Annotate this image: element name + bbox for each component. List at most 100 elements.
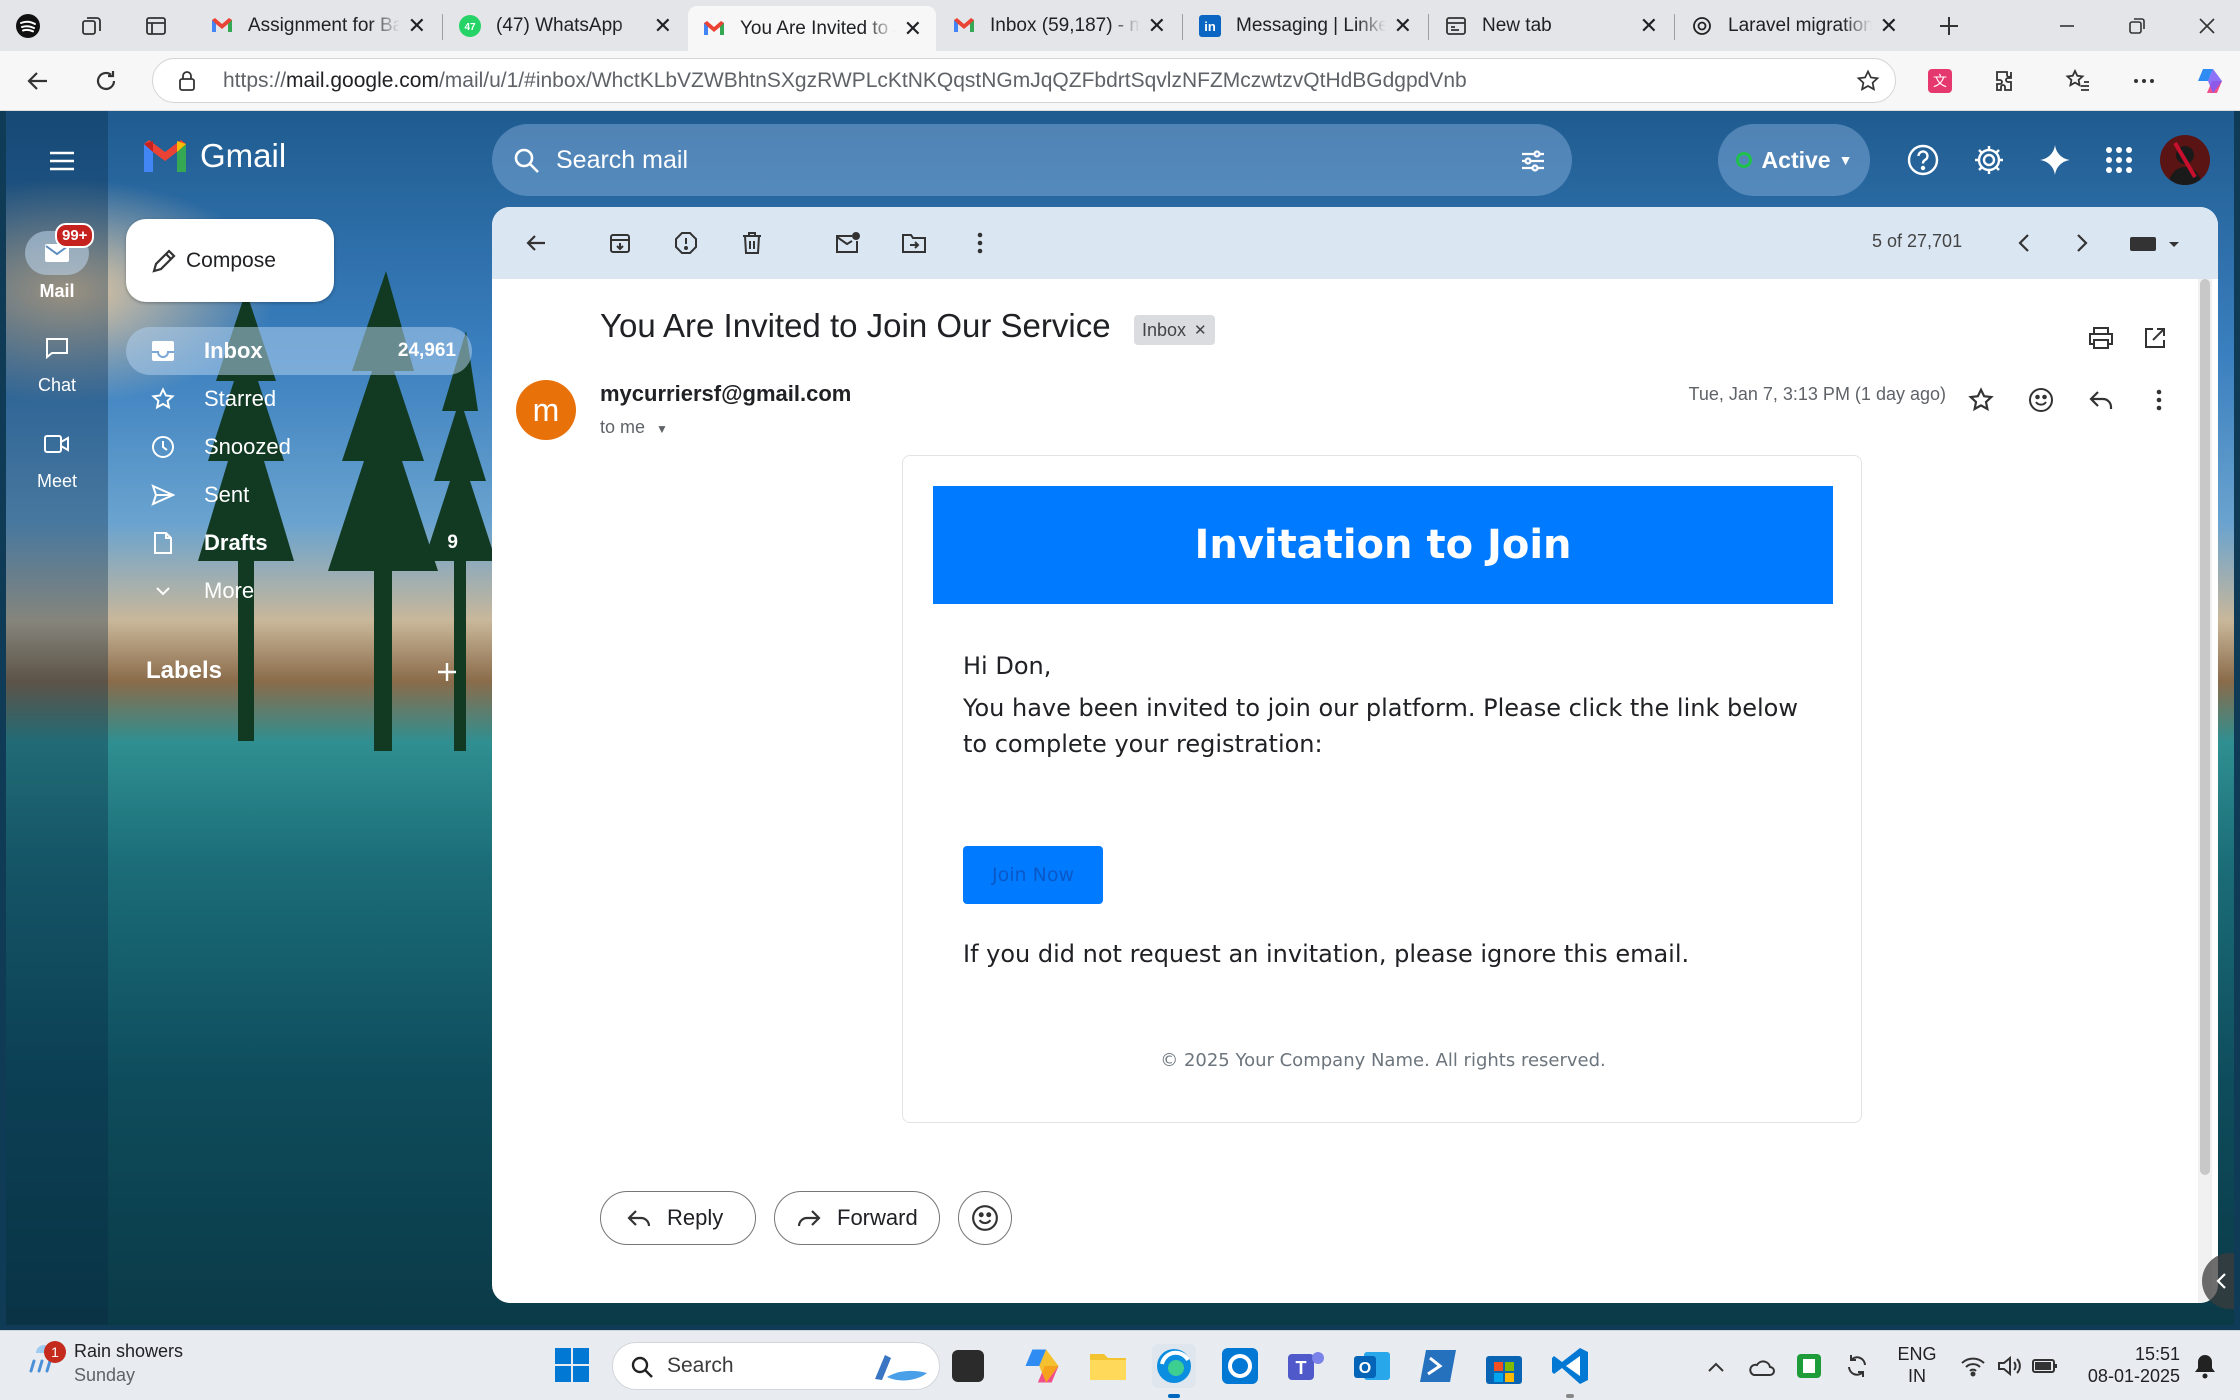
browser-tab[interactable]: 47 (47) WhatsApp ✕ [444, 4, 686, 47]
close-tab-icon[interactable]: ✕ [904, 16, 922, 42]
google-apps-icon[interactable] [2100, 141, 2138, 179]
nav-item-starred[interactable]: Starred [126, 375, 474, 423]
copilot-icon[interactable] [2192, 63, 2228, 99]
weather-title[interactable]: Rain showers [74, 1341, 183, 1362]
vscode-icon[interactable] [1548, 1344, 1592, 1398]
show-hidden-icons-chevron-icon[interactable] [1702, 1353, 1730, 1381]
scrollbar-thumb[interactable] [2200, 279, 2210, 1175]
extensions-icon[interactable] [1990, 65, 2022, 97]
wifi-icon[interactable] [1958, 1351, 1988, 1381]
report-spam-icon[interactable] [666, 223, 706, 263]
language-indicator[interactable]: ENG IN [1892, 1343, 1942, 1387]
windows-start-icon[interactable] [554, 1347, 592, 1385]
teams-icon[interactable]: T [1284, 1344, 1328, 1388]
nav-item-drafts[interactable]: Drafts 9 [126, 519, 474, 567]
favorite-star-icon[interactable] [1855, 68, 1881, 94]
close-tab-icon[interactable]: ✕ [654, 13, 672, 39]
remove-label-icon[interactable]: ✕ [1194, 321, 1207, 339]
sender-email[interactable]: mycurriersf@gmail.com [600, 381, 851, 407]
nav-item-more[interactable]: More [126, 567, 474, 615]
main-menu-icon[interactable] [42, 141, 82, 181]
volume-icon[interactable] [1994, 1351, 2024, 1381]
new-tab-icon[interactable] [1934, 11, 1964, 41]
edge-browser-icon[interactable] [1152, 1344, 1196, 1398]
browser-tab[interactable]: Assignment for Backend ✕ [196, 4, 440, 47]
recipient-details[interactable]: to me ▼ [600, 417, 668, 438]
nav-item-snoozed[interactable]: Snoozed [126, 423, 474, 471]
forward-button[interactable]: Forward [774, 1191, 940, 1245]
rail-meet[interactable]: Meet [6, 431, 108, 492]
rail-chat[interactable]: Chat [6, 335, 108, 396]
cortana-icon[interactable] [1218, 1344, 1262, 1388]
microsoft-store-icon[interactable] [1482, 1344, 1526, 1388]
help-icon[interactable] [1904, 141, 1942, 179]
nav-item-inbox[interactable]: Inbox 24,961 [126, 327, 472, 375]
open-new-window-icon[interactable] [2138, 321, 2172, 355]
browser-tab[interactable]: New tab ✕ [1430, 4, 1672, 47]
task-view-icon[interactable] [952, 1350, 984, 1382]
notification-bell-icon[interactable] [2190, 1351, 2220, 1381]
restore-icon[interactable] [2122, 11, 2152, 41]
reply-button[interactable]: Reply [600, 1191, 756, 1245]
rail-mail[interactable]: 99+ Mail [6, 223, 108, 302]
more-options-icon[interactable] [960, 223, 1000, 263]
gmail-logo[interactable]: Gmail [142, 137, 286, 175]
outlook-icon[interactable]: O [1350, 1344, 1394, 1388]
close-tab-icon[interactable]: ✕ [408, 13, 426, 39]
reply-icon[interactable] [2084, 383, 2118, 417]
nav-item-sent[interactable]: Sent [126, 471, 474, 519]
close-tab-icon[interactable]: ✕ [1640, 13, 1658, 39]
browser-tab[interactable]: Inbox (59,187) - my ✕ [938, 4, 1180, 47]
compose-button[interactable]: Compose [126, 219, 334, 302]
mark-unread-icon[interactable] [828, 223, 868, 263]
translate-extension-icon[interactable]: 文 [1924, 65, 1956, 97]
search-icon[interactable] [512, 146, 542, 176]
close-tab-icon[interactable]: ✕ [1394, 13, 1412, 39]
vertical-tabs-icon[interactable] [142, 12, 170, 40]
settings-gear-icon[interactable] [1970, 141, 2008, 179]
browser-profile-icon[interactable] [14, 12, 42, 40]
delete-trash-icon[interactable] [732, 223, 772, 263]
archive-icon[interactable] [600, 223, 640, 263]
gemini-sparkle-icon[interactable] [2036, 141, 2074, 179]
search-mail-input[interactable]: Search mail [492, 124, 1572, 196]
minimize-icon[interactable] [2052, 11, 2082, 41]
sender-avatar[interactable]: m [516, 380, 576, 440]
emoji-react-button[interactable] [958, 1191, 1012, 1245]
tray-app-green-icon[interactable] [1794, 1351, 1824, 1381]
browser-tab[interactable]: in Messaging | LinkedIn ✕ [1184, 4, 1426, 47]
copilot-app-icon[interactable] [1020, 1344, 1064, 1388]
add-reaction-emoji-icon[interactable] [2024, 383, 2058, 417]
add-label-icon[interactable] [432, 657, 462, 687]
favorites-icon[interactable] [2062, 65, 2094, 97]
print-icon[interactable] [2084, 321, 2118, 355]
browser-tab[interactable]: Laravel migration r ✕ [1676, 4, 1912, 47]
workspaces-icon[interactable] [78, 12, 106, 40]
more-menu-icon[interactable] [2128, 65, 2160, 97]
star-icon[interactable] [1964, 383, 1998, 417]
site-info-lock-icon[interactable] [175, 69, 199, 93]
back-to-inbox-icon[interactable] [516, 223, 556, 263]
taskbar-search[interactable]: Search [612, 1342, 940, 1390]
input-tools-keyboard-icon[interactable] [2122, 223, 2186, 263]
powershell-icon[interactable] [1416, 1344, 1460, 1388]
file-explorer-icon[interactable] [1086, 1344, 1130, 1388]
close-tab-icon[interactable]: ✕ [1880, 13, 1898, 39]
weather-widget-icon[interactable]: 1 [26, 1341, 66, 1389]
status-active-button[interactable]: Active ▼ [1718, 124, 1870, 196]
move-to-icon[interactable] [894, 223, 934, 263]
vertical-scrollbar[interactable] [2198, 279, 2212, 1303]
browser-tab-active[interactable]: You Are Invited to Join ✕ [688, 6, 936, 51]
newer-chevron-left-icon[interactable] [2004, 223, 2044, 263]
message-more-icon[interactable] [2142, 383, 2176, 417]
refresh-icon[interactable] [90, 65, 122, 97]
clock[interactable]: 15:51 08-01-2025 [2070, 1343, 2180, 1387]
sync-icon[interactable] [1842, 1351, 1872, 1381]
address-bar[interactable]: https://mail.google.com/mail/u/1/#inbox/… [152, 58, 1896, 103]
onedrive-cloud-icon[interactable] [1746, 1353, 1776, 1381]
account-avatar[interactable] [2160, 135, 2210, 185]
search-options-icon[interactable] [1518, 146, 1548, 176]
back-icon[interactable] [22, 65, 54, 97]
close-window-icon[interactable] [2192, 11, 2222, 41]
close-tab-icon[interactable]: ✕ [1148, 13, 1166, 39]
